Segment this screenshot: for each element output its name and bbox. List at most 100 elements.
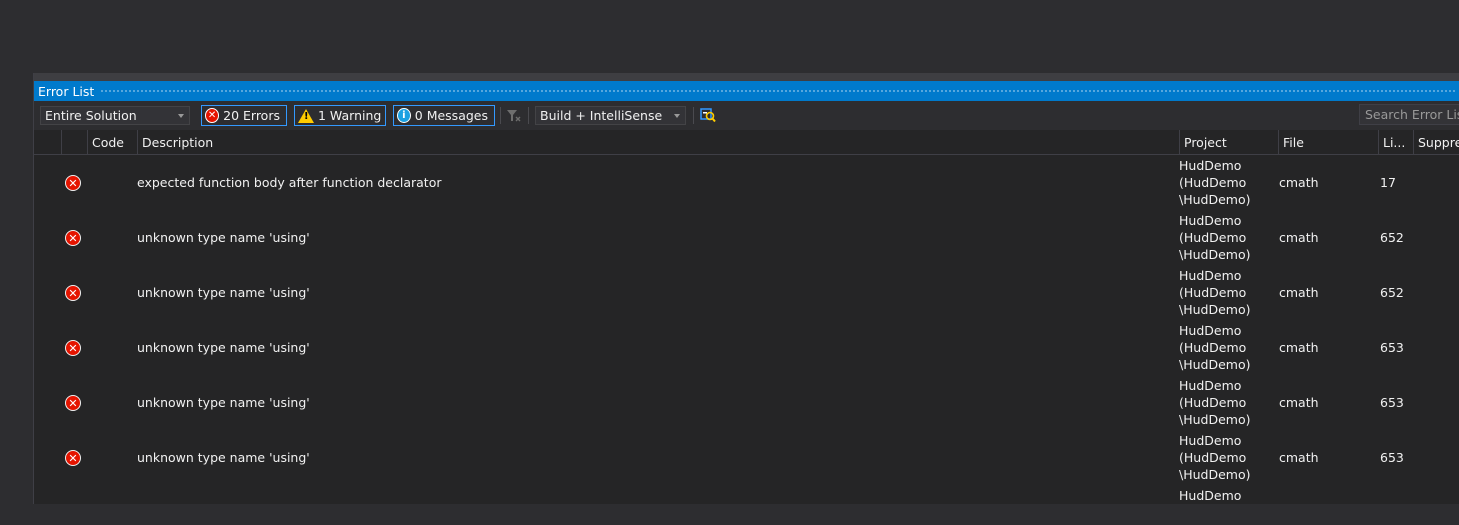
project-line: (HudDemo bbox=[1179, 340, 1247, 355]
error-description: expected function body after function de… bbox=[137, 175, 442, 190]
error-row[interactable]: ✕ unknown type name 'using' HudDemo (Hud… bbox=[34, 375, 1459, 430]
messages-filter-button[interactable]: i 0 Messages bbox=[393, 105, 495, 126]
search-placeholder: Search Error List bbox=[1365, 107, 1459, 122]
column-header-severity[interactable] bbox=[61, 130, 87, 154]
project-line: (HudDemo bbox=[1179, 395, 1247, 410]
column-header-description-label: Description bbox=[142, 134, 214, 150]
error-list-panel: Error List Entire Solution ✕ 20 Errors !… bbox=[33, 73, 1459, 504]
messages-filter-label: 0 Messages bbox=[414, 108, 488, 123]
column-header-file-label: File bbox=[1283, 134, 1304, 150]
column-header-row: Code Description Project File Li... Supp… bbox=[34, 130, 1459, 155]
error-project: HudDemo bbox=[1179, 487, 1274, 504]
chevron-down-icon bbox=[674, 114, 680, 118]
error-row[interactable]: ✕ unknown type name 'using' HudDemo (Hud… bbox=[34, 430, 1459, 485]
warning-icon: ! bbox=[298, 108, 314, 123]
column-header-description[interactable]: Description bbox=[137, 130, 1179, 154]
column-header-line[interactable]: Li... bbox=[1378, 130, 1413, 154]
errors-filter-button[interactable]: ✕ 20 Errors bbox=[201, 105, 287, 126]
panel-splitter[interactable] bbox=[34, 73, 1459, 81]
search-error-list-input[interactable]: Search Error List bbox=[1359, 104, 1459, 125]
error-project: HudDemo (HudDemo \HudDemo) bbox=[1179, 377, 1274, 428]
project-line: (HudDemo bbox=[1179, 285, 1247, 300]
error-line: 652 bbox=[1380, 285, 1404, 300]
project-line: \HudDemo) bbox=[1179, 357, 1251, 372]
error-row[interactable]: ✕ expected function body after function … bbox=[34, 155, 1459, 210]
project-line: \HudDemo) bbox=[1179, 412, 1251, 427]
column-header-file[interactable]: File bbox=[1278, 130, 1378, 154]
error-description: unknown type name 'using' bbox=[137, 450, 310, 465]
error-icon: ✕ bbox=[65, 395, 81, 411]
error-project: HudDemo (HudDemo \HudDemo) bbox=[1179, 267, 1274, 318]
error-line: 652 bbox=[1380, 230, 1404, 245]
info-icon: i bbox=[397, 108, 411, 123]
chevron-down-icon bbox=[178, 114, 184, 118]
error-file: cmath bbox=[1279, 450, 1319, 465]
error-icon: ✕ bbox=[65, 175, 81, 191]
project-line: \HudDemo) bbox=[1179, 192, 1251, 207]
error-line: 17 bbox=[1380, 175, 1396, 190]
filter-funnel-icon[interactable] bbox=[507, 110, 521, 122]
error-icon: ✕ bbox=[65, 340, 81, 356]
error-rows: ✕ expected function body after function … bbox=[34, 155, 1459, 525]
project-line: (HudDemo bbox=[1179, 450, 1247, 465]
error-description: unknown type name 'using' bbox=[137, 395, 310, 410]
project-line: HudDemo bbox=[1179, 378, 1242, 393]
titlebar-grip[interactable] bbox=[100, 88, 1456, 94]
error-file: cmath bbox=[1279, 285, 1319, 300]
error-project: HudDemo (HudDemo \HudDemo) bbox=[1179, 322, 1274, 373]
scope-dropdown-value: Entire Solution bbox=[45, 108, 137, 123]
project-line: HudDemo bbox=[1179, 158, 1242, 173]
error-project: HudDemo (HudDemo \HudDemo) bbox=[1179, 212, 1274, 263]
error-row[interactable]: ✕ unknown type name 'using' HudDemo (Hud… bbox=[34, 265, 1459, 320]
error-icon: ✕ bbox=[65, 285, 81, 301]
error-line: 653 bbox=[1380, 340, 1404, 355]
scope-dropdown[interactable]: Entire Solution bbox=[40, 106, 190, 125]
error-description: unknown type name 'using' bbox=[137, 340, 310, 355]
errors-filter-label: 20 Errors bbox=[223, 108, 280, 123]
project-line: \HudDemo) bbox=[1179, 467, 1251, 482]
column-header-code-label: Code bbox=[92, 134, 125, 150]
toggle-explanation-icon[interactable] bbox=[700, 107, 716, 123]
error-project: HudDemo (HudDemo \HudDemo) bbox=[1179, 432, 1274, 483]
project-line: HudDemo bbox=[1179, 213, 1242, 228]
project-line: HudDemo bbox=[1179, 268, 1242, 283]
error-description: unknown type name 'using' bbox=[137, 285, 310, 300]
warnings-filter-button[interactable]: ! 1 Warning bbox=[294, 105, 386, 126]
error-file: cmath bbox=[1279, 395, 1319, 410]
column-header-project[interactable]: Project bbox=[1179, 130, 1278, 154]
column-header-suppression-label: Suppression State bbox=[1418, 134, 1459, 150]
toolbar-separator bbox=[528, 107, 529, 124]
error-project: HudDemo (HudDemo \HudDemo) bbox=[1179, 157, 1274, 208]
build-source-value: Build + IntelliSense bbox=[540, 108, 663, 123]
error-file: cmath bbox=[1279, 340, 1319, 355]
panel-title: Error List bbox=[38, 83, 95, 99]
project-line: HudDemo bbox=[1179, 488, 1242, 503]
error-line: 653 bbox=[1380, 395, 1404, 410]
project-line: \HudDemo) bbox=[1179, 302, 1251, 317]
error-description: unknown type name 'using' bbox=[137, 230, 310, 245]
column-header-indicator[interactable] bbox=[34, 130, 61, 154]
toolbar-separator bbox=[693, 107, 694, 124]
error-file: cmath bbox=[1279, 175, 1319, 190]
project-line: (HudDemo bbox=[1179, 230, 1247, 245]
error-icon: ✕ bbox=[65, 450, 81, 466]
project-line: (HudDemo bbox=[1179, 175, 1247, 190]
column-header-code[interactable]: Code bbox=[87, 130, 137, 154]
error-row[interactable]: HudDemo bbox=[34, 485, 1459, 525]
error-list-toolbar: Entire Solution ✕ 20 Errors ! 1 Warning … bbox=[34, 101, 1459, 130]
error-icon: ✕ bbox=[65, 230, 81, 246]
error-icon: ✕ bbox=[205, 108, 220, 123]
build-source-dropdown[interactable]: Build + IntelliSense bbox=[535, 106, 686, 125]
panel-titlebar[interactable]: Error List bbox=[34, 81, 1459, 101]
error-row[interactable]: ✕ unknown type name 'using' HudDemo (Hud… bbox=[34, 210, 1459, 265]
toolbar-separator bbox=[500, 107, 501, 124]
editor-background bbox=[0, 0, 1459, 73]
warnings-filter-label: 1 Warning bbox=[318, 108, 382, 123]
error-file: cmath bbox=[1279, 230, 1319, 245]
column-header-project-label: Project bbox=[1184, 134, 1227, 150]
error-row[interactable]: ✕ unknown type name 'using' HudDemo (Hud… bbox=[34, 320, 1459, 375]
error-line: 653 bbox=[1380, 450, 1404, 465]
column-header-suppression[interactable]: Suppression State bbox=[1413, 130, 1459, 154]
project-line: HudDemo bbox=[1179, 433, 1242, 448]
project-line: \HudDemo) bbox=[1179, 247, 1251, 262]
